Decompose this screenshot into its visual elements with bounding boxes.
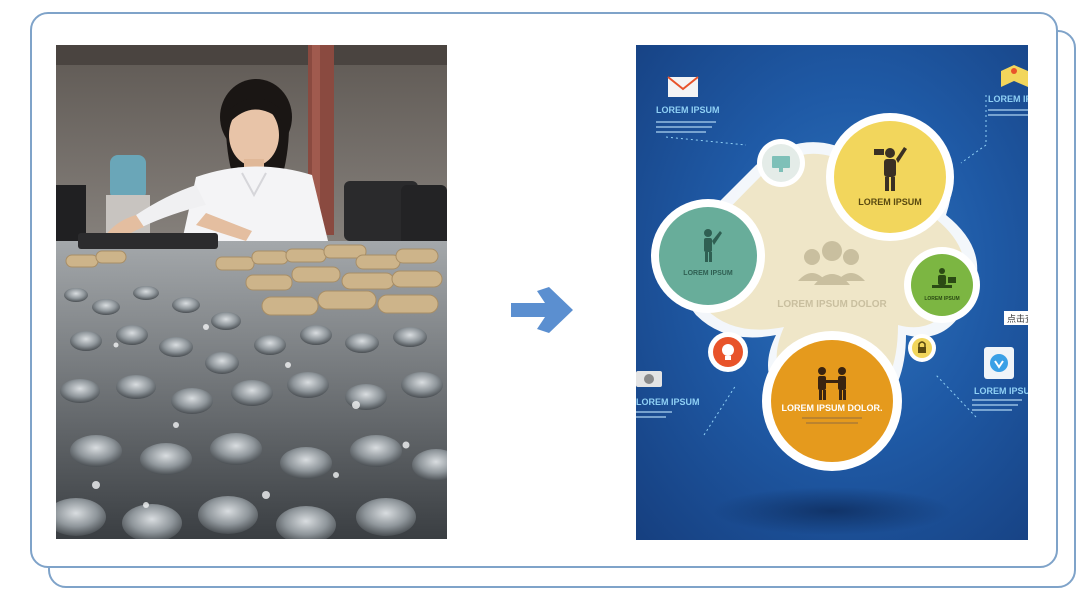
right-arrow-icon [507, 283, 577, 337]
label-top-right: LOREM IPSU [988, 94, 1028, 104]
label-bottom-right: LOREM IPSUM [974, 386, 1028, 396]
center-label: LOREM IPSUM DOLOR [777, 299, 887, 310]
teal-circle-label: LOREM IPSUM [683, 270, 733, 277]
map-icon [1001, 65, 1028, 87]
coin-sorting-photo [56, 45, 447, 539]
label-top-left: LOREM IPSUM [656, 105, 720, 115]
orange-circle-label: LOREM IPSUM DOLOR. [782, 403, 883, 413]
label-mid-left: LOREM IPSUM [636, 397, 700, 407]
envelope-icon [667, 76, 699, 97]
infographic-poster: 点击查 LOREM IPSUM LOREM IPSU LOREM IPSUM L… [636, 45, 1028, 540]
side-tag[interactable]: 点击查 [1007, 313, 1028, 325]
download-icon [984, 347, 1014, 379]
green-circle-label: LOREM IPSUM [924, 296, 959, 302]
orange-circle [771, 340, 893, 462]
camera-icon [636, 371, 662, 387]
yellow-circle-label: LOREM IPSUM [858, 197, 922, 207]
